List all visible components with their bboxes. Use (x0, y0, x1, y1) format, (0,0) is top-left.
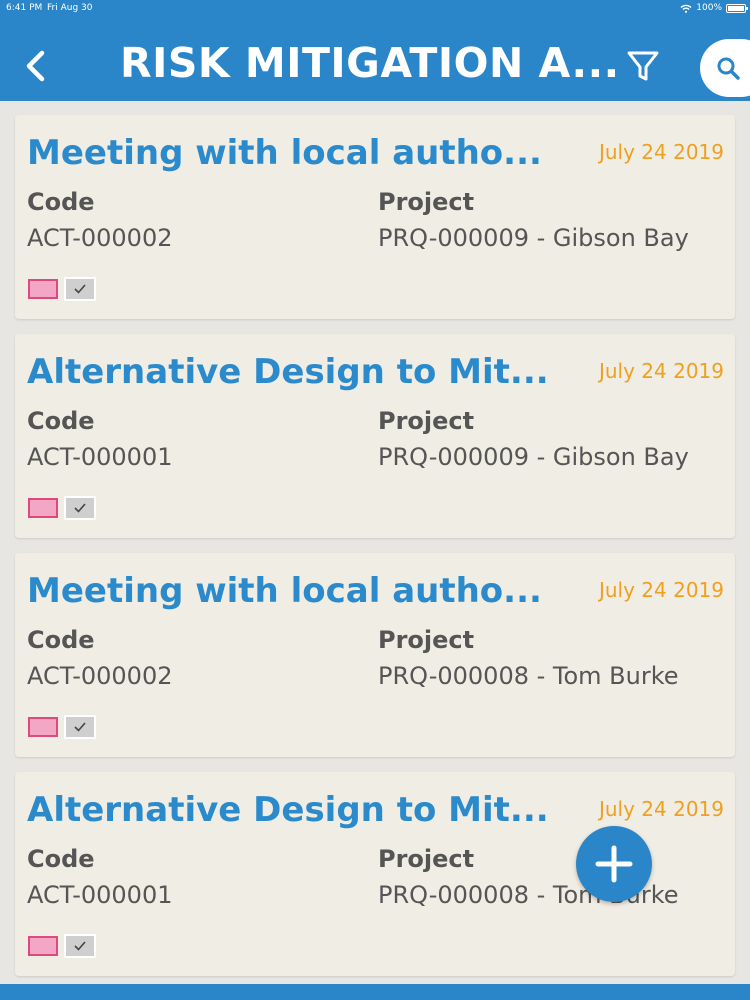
status-color-swatch (28, 717, 58, 737)
card-date: July 24 2019 (598, 359, 724, 383)
project-label: Project (378, 407, 475, 435)
search-button[interactable] (700, 39, 750, 97)
wifi-icon (680, 4, 692, 13)
code-value: ACT-000001 (27, 443, 173, 471)
project-value: PRQ-000008 - Tom Burke (378, 662, 679, 690)
card-date: July 24 2019 (598, 797, 724, 821)
completed-checkbox[interactable] (64, 715, 96, 739)
page-title: RISK MITIGATION A... (120, 39, 620, 87)
status-color-swatch (28, 936, 58, 956)
filter-icon (627, 51, 659, 81)
app-header: 6:41 PM Fri Aug 30 100% RISK MITIGATION … (0, 0, 750, 101)
code-value: ACT-000002 (27, 224, 173, 252)
status-right: 100% (680, 0, 748, 16)
card-title: Alternative Design to Mit... (27, 790, 549, 830)
bottom-bar (0, 984, 750, 1000)
card-title: Alternative Design to Mit... (27, 352, 549, 392)
project-label: Project (378, 626, 475, 654)
completed-checkbox[interactable] (64, 934, 96, 958)
activity-card[interactable]: Meeting with local autho... July 24 2019… (15, 553, 735, 757)
filter-button[interactable] (624, 46, 662, 86)
add-activity-button[interactable] (576, 826, 652, 902)
activity-card[interactable]: Alternative Design to Mit... July 24 201… (15, 334, 735, 538)
status-time: 6:41 PM (6, 3, 43, 13)
card-date: July 24 2019 (598, 578, 724, 602)
code-value: ACT-000002 (27, 662, 173, 690)
card-title: Meeting with local autho... (27, 133, 542, 173)
status-color-swatch (28, 279, 58, 299)
code-label: Code (27, 188, 95, 216)
checkmark-icon (74, 722, 86, 732)
card-title: Meeting with local autho... (27, 571, 542, 611)
status-date: Fri Aug 30 (47, 3, 93, 13)
battery-icon (726, 3, 748, 13)
code-label: Code (27, 626, 95, 654)
back-button[interactable] (18, 44, 54, 88)
chevron-left-icon (26, 50, 45, 82)
project-value: PRQ-000009 - Gibson Bay (378, 443, 689, 471)
plus-icon (595, 845, 633, 883)
search-icon (717, 57, 740, 80)
activity-card[interactable]: Meeting with local autho... July 24 2019… (15, 115, 735, 319)
checkmark-icon (74, 941, 86, 951)
status-bar: 6:41 PM Fri Aug 30 100% (0, 0, 750, 16)
battery-percent: 100% (696, 3, 722, 13)
project-label: Project (378, 845, 475, 873)
checkmark-icon (74, 503, 86, 513)
project-label: Project (378, 188, 475, 216)
status-color-swatch (28, 498, 58, 518)
completed-checkbox[interactable] (64, 277, 96, 301)
completed-checkbox[interactable] (64, 496, 96, 520)
code-value: ACT-000001 (27, 881, 173, 909)
checkmark-icon (74, 284, 86, 294)
project-value: PRQ-000009 - Gibson Bay (378, 224, 689, 252)
card-date: July 24 2019 (598, 140, 724, 164)
code-label: Code (27, 407, 95, 435)
code-label: Code (27, 845, 95, 873)
